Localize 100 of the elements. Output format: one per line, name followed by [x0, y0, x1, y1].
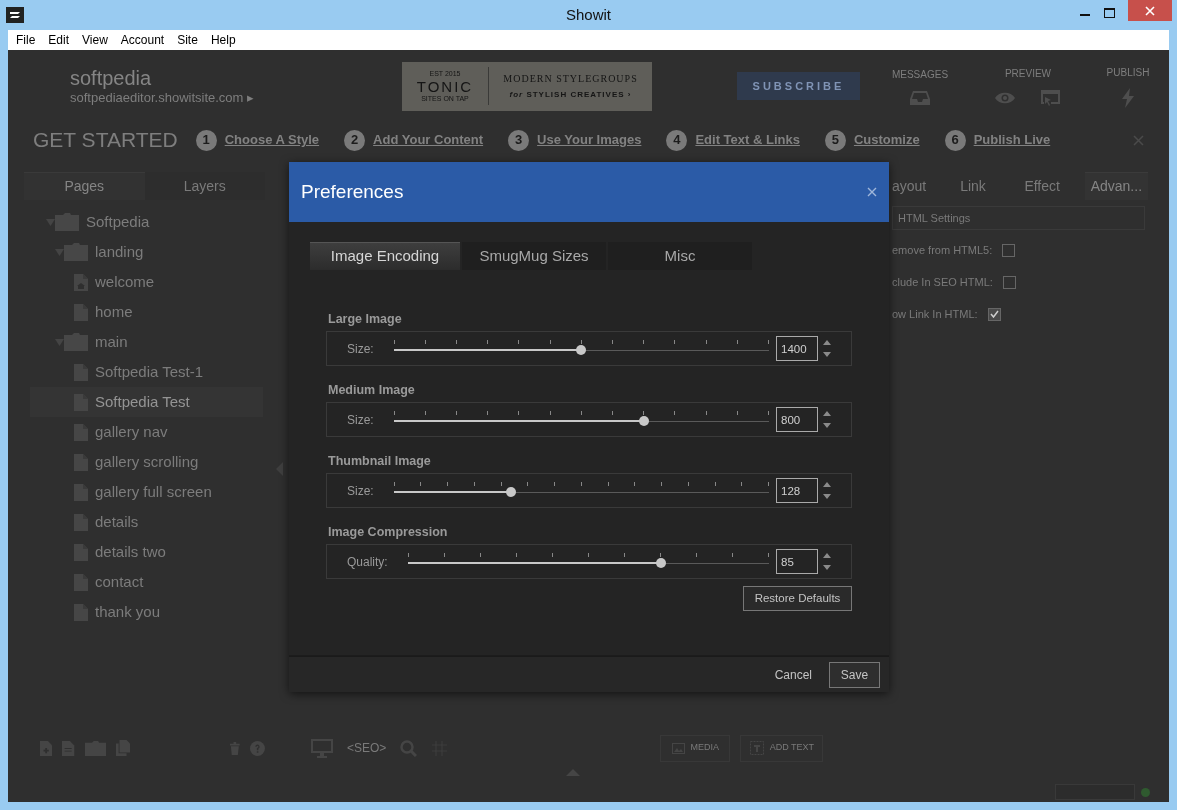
action-label: MESSAGES	[891, 67, 949, 82]
step-link[interactable]: Add Your Content	[373, 130, 484, 150]
step-link[interactable]: Publish Live	[973, 130, 1051, 150]
tree-item-label: details two	[95, 541, 166, 562]
setting-label: Size:	[347, 482, 375, 500]
site-name: softpedia	[70, 66, 153, 90]
close-button[interactable]	[1128, 0, 1172, 21]
panel-tab[interactable]: Effect	[1024, 172, 1085, 200]
tree-item-label: contact	[95, 571, 144, 592]
checkbox[interactable]	[1002, 243, 1016, 257]
spinner-icon[interactable]	[823, 340, 831, 357]
step-number: 5	[824, 129, 846, 151]
tree-item[interactable]: home	[30, 297, 263, 327]
action-label: PREVIEW	[1004, 66, 1052, 81]
menu-item[interactable]: View	[82, 31, 108, 49]
step-link[interactable]: Customize	[853, 130, 920, 150]
tree-item[interactable]: gallery nav	[30, 417, 263, 447]
minimize-icon[interactable]	[1080, 14, 1090, 17]
menu-item[interactable]: Site	[177, 31, 198, 49]
tree-item[interactable]: gallery full screen	[30, 477, 263, 507]
tree-item-label: details	[95, 511, 139, 532]
ad-headline: MODERN STYLEGROUPS	[503, 72, 638, 86]
tree-item[interactable]: Softpedia	[30, 207, 263, 237]
menu-item[interactable]: Edit	[48, 31, 70, 49]
checkbox[interactable]	[987, 307, 1001, 321]
panel-tab[interactable]: ayout	[892, 172, 961, 200]
dialog-tab[interactable]: Misc	[608, 242, 752, 270]
tree-item-label: landing	[95, 241, 144, 262]
add-text-button[interactable]: ADD TEXT	[740, 734, 824, 762]
get-started-title: GET STARTED	[33, 127, 178, 154]
menu-item[interactable]: Account	[120, 31, 165, 49]
dialog-tab[interactable]: SmugMug Sizes	[462, 242, 606, 270]
tree-item[interactable]: details two	[30, 537, 263, 567]
number-field[interactable]: 128	[776, 478, 818, 503]
checkbox[interactable]	[1002, 275, 1016, 289]
tree-item[interactable]: main	[30, 327, 263, 357]
spinner-icon[interactable]	[823, 411, 831, 428]
tree-item-label: Softpedia Test-1	[95, 361, 204, 382]
site-url-link[interactable]: softpediaeditor.showitsite.com ▸	[70, 90, 402, 106]
tree-item[interactable]: landing	[30, 237, 263, 267]
inbox-icon[interactable]	[910, 89, 930, 106]
step-link[interactable]: Use Your Images	[537, 130, 642, 150]
cancel-button[interactable]: Cancel	[774, 665, 812, 684]
close-icon[interactable]	[867, 187, 877, 197]
tree-item[interactable]: thank you	[30, 597, 263, 627]
lightning-icon[interactable]	[1121, 87, 1135, 108]
number-field[interactable]: 800	[776, 407, 818, 432]
tree-item[interactable]: details	[30, 507, 263, 537]
slider-thumb[interactable]	[655, 557, 666, 568]
slider-thumb[interactable]	[638, 415, 649, 426]
dialog-tab[interactable]: Image Encoding	[310, 242, 460, 270]
settings-section-header[interactable]: HTML Settings	[892, 206, 1145, 230]
panel-tab[interactable]: Advan...	[1084, 172, 1148, 200]
tree-item-label: gallery nav	[95, 421, 168, 442]
option-label: clude In SEO HTML:	[892, 274, 993, 290]
caret-down-icon[interactable]	[55, 338, 64, 346]
folder-icon	[64, 333, 88, 351]
close-icon[interactable]	[1133, 134, 1144, 146]
subscribe-button[interactable]: SUBSCRIBE	[737, 72, 860, 100]
step-link[interactable]: Choose A Style	[224, 130, 320, 150]
number-field[interactable]: 1400	[776, 336, 818, 361]
slider-thumb[interactable]	[506, 486, 517, 497]
number-field[interactable]: 85	[776, 549, 818, 574]
caret-down-icon[interactable]	[46, 218, 55, 226]
tree-item[interactable]: Softpedia Test-1	[30, 357, 263, 387]
media-button[interactable]: MEDIA	[660, 734, 731, 762]
tree-item[interactable]: welcome	[30, 267, 263, 297]
slider-thumb[interactable]	[576, 344, 587, 355]
window-title: Showit	[566, 4, 611, 25]
eye-icon[interactable]	[995, 91, 1015, 104]
setting-label: Size:	[347, 340, 375, 358]
panel-tab[interactable]: Link	[960, 172, 1025, 200]
restore-defaults-button[interactable]: Restore Defaults	[743, 586, 852, 611]
seo-toggle[interactable]: <SEO>	[347, 739, 387, 757]
maximize-icon[interactable]	[1104, 8, 1115, 18]
step-number: 3	[508, 129, 530, 151]
tree-item[interactable]: contact	[30, 567, 263, 597]
checkmark-icon	[989, 310, 999, 318]
section-title: Large Image	[328, 311, 403, 328]
section-title: Image Compression	[328, 524, 449, 541]
tree-item[interactable]: Softpedia Test	[30, 387, 263, 417]
ad-tagline: for STYLISH CREATIVES ›	[509, 89, 632, 101]
section-title: Thumbnail Image	[328, 453, 432, 470]
browser-pointer-icon[interactable]	[1039, 88, 1061, 107]
section-title: Medium Image	[328, 382, 416, 399]
spinner-icon[interactable]	[823, 482, 831, 499]
menu-item[interactable]: File	[16, 31, 36, 49]
save-button[interactable]: Save	[829, 661, 880, 688]
step-link[interactable]: Edit Text & Links	[695, 130, 800, 150]
folder-icon	[64, 243, 88, 261]
step-number: 1	[195, 129, 217, 151]
tree-item-label: main	[95, 331, 128, 352]
folder-icon	[55, 213, 79, 231]
option-label: ow Link In HTML:	[892, 306, 978, 322]
option-label: emove from HTML5:	[892, 242, 993, 258]
caret-down-icon[interactable]	[55, 248, 64, 256]
tree-item-label: gallery scrolling	[95, 451, 199, 472]
spinner-icon[interactable]	[823, 553, 831, 570]
tree-item[interactable]: gallery scrolling	[30, 447, 263, 477]
menu-item[interactable]: Help	[210, 31, 236, 49]
